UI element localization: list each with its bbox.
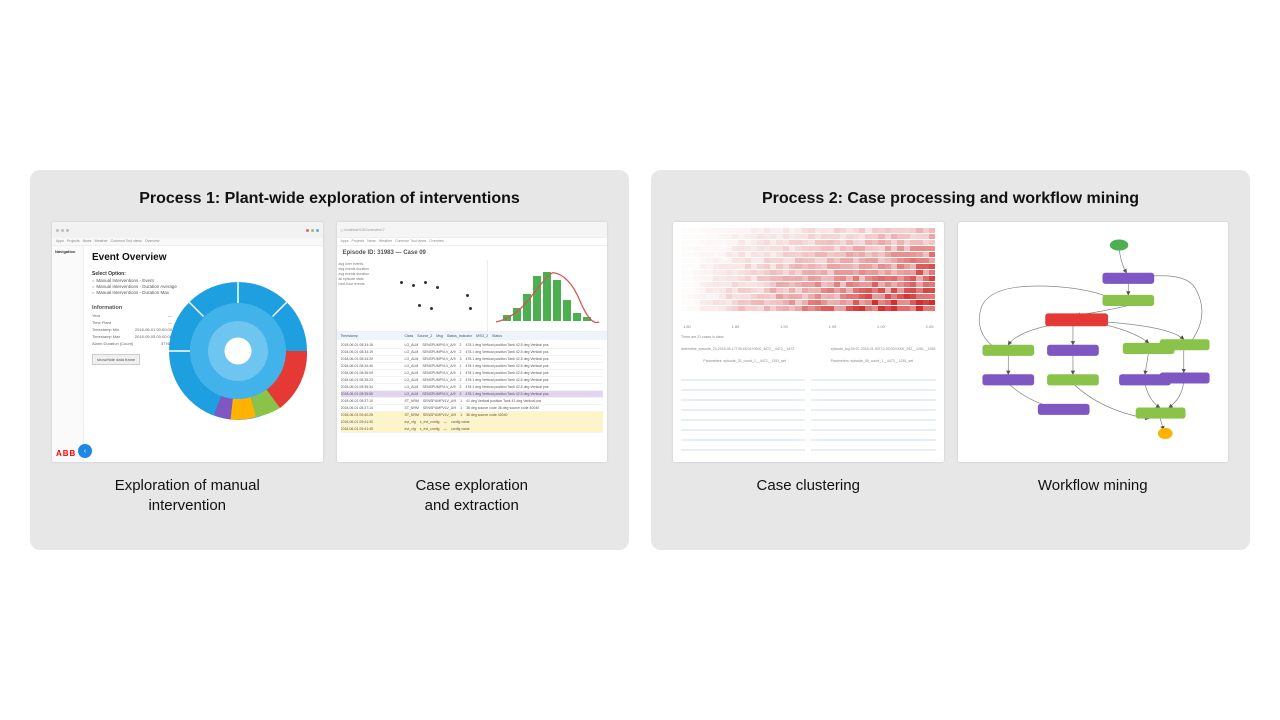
thumb-workflow-mining[interactable] bbox=[958, 222, 1229, 462]
thumb-col-case-exploration: ◻ localhost:5151/overview:7 AppsProjects… bbox=[337, 222, 608, 524]
sunburst-chart[interactable] bbox=[163, 276, 313, 426]
thumb-caption: Case clustering bbox=[673, 476, 944, 496]
histogram-chart[interactable] bbox=[488, 260, 607, 331]
thumb-col-workflow: Workflow mining bbox=[958, 222, 1229, 524]
thumb-col-clustering: 1.801.851.901.952.002.05 There are 21 ca… bbox=[673, 222, 944, 524]
process-1-panel: Process 1: Plant-wide exploration of int… bbox=[30, 170, 629, 550]
episode-title: Episode ID: 31983 — Case 09 bbox=[337, 246, 608, 260]
help-badge-icon[interactable]: ‹ bbox=[78, 444, 92, 458]
cluster-heatmap[interactable] bbox=[673, 222, 944, 322]
timeline-grids bbox=[673, 367, 944, 457]
info-row: Timestamp Min2018-06-01 00:00:00 bbox=[92, 327, 172, 332]
thumb-caption: Case exploration and extraction bbox=[337, 476, 608, 517]
charts-row: avg over events avg events duration avg … bbox=[337, 260, 608, 332]
events-table[interactable]: 2018-06-01 08:34:18LO_ALMSENSPUMPVLV_A/9… bbox=[337, 340, 608, 435]
process-1-title: Process 1: Plant-wide exploration of int… bbox=[52, 190, 607, 208]
timeline-grid-right[interactable] bbox=[811, 373, 935, 451]
episode-id-right: episode_log-09-07-2018-01-00T12:30:00+00… bbox=[831, 347, 936, 351]
process-2-panel: Process 2: Case processing and workflow … bbox=[651, 170, 1250, 550]
info-row: Timestamp Max2018-09-05 00:00:00 bbox=[92, 334, 172, 339]
workflow-graph[interactable] bbox=[964, 228, 1223, 456]
sidebar: Navigation bbox=[52, 246, 84, 462]
info-row: Year— bbox=[92, 313, 172, 318]
thumb-col-exploration: AppsProjectsNewsWeatherCommon Tool views… bbox=[52, 222, 323, 524]
heatmap-x-axis: 1.801.851.901.952.002.05 bbox=[673, 322, 944, 331]
page-heading: Event Overview bbox=[92, 252, 315, 263]
info-row: Alarm Duration (Count)37765 bbox=[92, 341, 172, 346]
browser-chrome: ◻ localhost:5151/overview:7 bbox=[337, 222, 608, 238]
bookmarks-bar: AppsProjectsNewsWeatherCommon Tool views… bbox=[52, 238, 323, 246]
cluster-caption: There are 21 cases in class bbox=[681, 335, 724, 339]
episode-id-left: determine_episode_23-2018-09-17T09:45:04… bbox=[681, 347, 794, 351]
timeline-grid-left[interactable] bbox=[681, 373, 805, 451]
thumb-event-overview[interactable]: AppsProjectsNewsWeatherCommon Tool views… bbox=[52, 222, 323, 462]
scatter-chart[interactable]: avg over events avg events duration avg … bbox=[337, 260, 488, 331]
info-row: Time Plant— bbox=[92, 320, 172, 325]
browser-chrome bbox=[52, 222, 323, 238]
thumb-case-exploration[interactable]: ◻ localhost:5151/overview:7 AppsProjects… bbox=[337, 222, 608, 462]
thumb-case-clustering[interactable]: 1.801.851.901.952.002.05 There are 21 ca… bbox=[673, 222, 944, 462]
thumb-caption: Workflow mining bbox=[958, 476, 1229, 496]
process-2-thumbs: 1.801.851.901.952.002.05 There are 21 ca… bbox=[673, 222, 1228, 524]
nav-label: Navigation bbox=[55, 249, 80, 254]
process-1-thumbs: AppsProjectsNewsWeatherCommon Tool views… bbox=[52, 222, 607, 524]
toggle-dataframe-button[interactable]: show/hide data frame bbox=[92, 354, 140, 365]
brand-logo: ABB bbox=[56, 449, 76, 458]
thumb-caption: Exploration of manual intervention bbox=[52, 476, 323, 517]
process-2-title: Process 2: Case processing and workflow … bbox=[673, 190, 1228, 208]
